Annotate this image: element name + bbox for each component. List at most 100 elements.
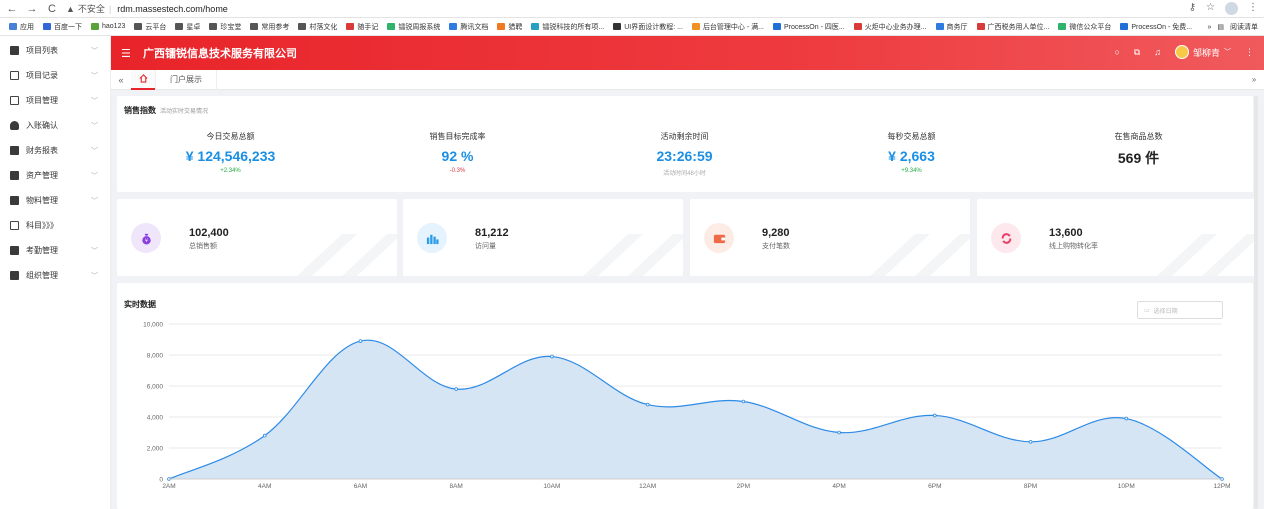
star-icon[interactable]: ☆ [1206, 2, 1215, 15]
bookmark-item[interactable]: 百度一下 [43, 22, 82, 32]
sidebar-item[interactable]: 项目管理 ﹀ [0, 88, 110, 113]
group-icon [10, 271, 19, 280]
y-tick-label: 2,000 [147, 446, 164, 453]
bookmark-item[interactable]: 镭锐周报系统 [387, 22, 440, 32]
sidebar-item[interactable]: 入账确认 ﹀ [0, 113, 110, 138]
more-vertical-icon[interactable]: ⋮ [1245, 47, 1254, 58]
bookmark-icon [773, 23, 781, 30]
search-icon[interactable]: ○ [1114, 47, 1119, 57]
bar-chart-icon [417, 223, 447, 253]
tab-home[interactable] [131, 69, 155, 90]
bookmark-item[interactable]: 火炬中心业务办理... [853, 22, 927, 32]
data-point[interactable] [550, 354, 554, 359]
sidebar-item[interactable]: 财务报表 ﹀ [0, 138, 110, 163]
metric-label: 每秒交易总额 [887, 132, 936, 141]
data-point[interactable] [454, 387, 458, 391]
bookmark-item[interactable]: ProcessOn - 免费... [1120, 22, 1192, 32]
bookmarks-bar: 应用 百度一下 hao123 云平台 星卓 珍宝堂 常用参考 村落文化 随手记 镭锐周报系统 腾讯文… [0, 18, 1264, 36]
data-point[interactable] [837, 430, 841, 435]
refresh-icon [991, 223, 1021, 253]
data-point[interactable] [645, 402, 650, 407]
chevron-down-icon: ﹀ [91, 98, 98, 105]
overflow-icon: » [1207, 23, 1212, 31]
tabs-scroll-left-icon[interactable]: « [111, 75, 131, 85]
stat-card: 81,212 访问量 [403, 199, 683, 276]
sidebar-item[interactable]: 项目记录 ﹀ [0, 63, 110, 88]
user-menu[interactable]: 邹柳青 ﹀ [1174, 45, 1231, 59]
stat-card: 9,280 支付笔数 [690, 199, 970, 276]
data-point[interactable] [358, 339, 363, 343]
data-point[interactable] [933, 413, 937, 418]
bookmark-item[interactable]: 镭锐科技的所有项... [531, 22, 604, 32]
chevron-down-icon: ﹀ [91, 198, 98, 205]
sales-subtitle: 活动实时交易情况 [160, 109, 209, 115]
copy-icon[interactable]: ⧉ [1134, 47, 1140, 58]
bookmark-label: 珍宝堂 [220, 23, 242, 31]
wallet-icon [704, 223, 734, 253]
sidebar-item-label: 物料管理 [26, 196, 58, 205]
calendar-icon [10, 246, 19, 255]
decorative-chevrons [870, 234, 970, 276]
back-icon[interactable]: ← [6, 3, 18, 15]
security-indicator[interactable]: ▲ 不安全 [66, 2, 105, 15]
bookmark-item[interactable]: 村落文化 [298, 22, 337, 32]
company-title: 广西镭锐信息技术服务有限公司 [143, 48, 297, 60]
bookmark-icon [175, 23, 184, 30]
sidebar-item[interactable]: 考勤管理 ﹀ [0, 238, 110, 263]
bookmark-item[interactable]: ProcessOn - 四医... [773, 22, 845, 32]
page-scrollbar[interactable] [1254, 96, 1258, 509]
sidebar-item[interactable]: 项目列表 ﹀ [0, 38, 110, 63]
bookmark-item[interactable]: 珍宝堂 [209, 22, 241, 32]
bell-icon[interactable]: ♫ [1154, 47, 1161, 57]
sidebar-item[interactable]: 物料管理 ﹀ [0, 188, 110, 213]
bookmark-label: UI界面设计教程: ... [624, 23, 683, 31]
reload-icon[interactable]: C [46, 3, 58, 15]
sales-metric: 在售商品总数 569 件 [1025, 131, 1252, 172]
data-point[interactable] [741, 399, 746, 404]
data-point[interactable] [262, 433, 267, 438]
decorative-chevrons [297, 234, 397, 276]
report-icon [10, 146, 19, 155]
bookmark-item[interactable]: 猎聘 [497, 22, 522, 32]
bookmark-item[interactable]: 常用参考 [250, 22, 289, 32]
metric-label: 在售商品总数 [1114, 132, 1163, 141]
sidebar-item[interactable]: 资产管理 ﹀ [0, 163, 110, 188]
data-point[interactable] [1124, 416, 1129, 421]
tab-portal[interactable]: 门户展示 [155, 69, 217, 90]
tabs-scroll-right-icon[interactable]: » [1244, 75, 1264, 84]
bookmark-item[interactable]: 后台管理中心 - 满... [691, 22, 764, 32]
folder-icon [10, 46, 19, 55]
profile-avatar[interactable] [1225, 2, 1238, 15]
bookmark-item[interactable]: 星卓 [175, 22, 200, 32]
chevron-down-icon: ﹀ [1224, 49, 1231, 56]
sales-metric: 活动剩余时间 23:26:59 活动时间48小时 [571, 131, 798, 177]
stat-label: 访问量 [475, 243, 496, 250]
menu-icon[interactable]: ☰ [121, 47, 133, 60]
forward-icon[interactable]: → [26, 3, 38, 15]
y-tick-label: 4,000 [147, 415, 164, 422]
chevron-down-icon: ﹀ [91, 273, 98, 280]
stat-label: 总销售额 [189, 243, 217, 250]
sidebar-item[interactable]: 科目》》》 [0, 213, 110, 238]
bookmark-item[interactable]: 腾讯文档 [449, 22, 488, 32]
url-text[interactable]: rdm.massestech.com/home [117, 4, 228, 14]
bookmark-icon [853, 23, 862, 30]
bookmark-item[interactable]: 微信公众平台 [1058, 22, 1111, 32]
sidebar-item[interactable]: 组织管理 ﹀ [0, 263, 110, 288]
key-icon[interactable]: ⚷ [1189, 2, 1196, 15]
bookmark-item[interactable]: hao123 [91, 23, 125, 30]
bookmark-item[interactable]: UI界面设计教程: ... [613, 22, 683, 32]
more-icon[interactable]: ⋮ [1248, 2, 1258, 15]
sidebar-item-label: 考勤管理 [26, 246, 58, 255]
bookmark-item[interactable]: 随手记 [346, 22, 378, 32]
metric-change: 活动时间48小时 [663, 171, 706, 177]
bookmark-item[interactable]: 应用 [9, 22, 34, 32]
bookmark-item[interactable]: 广西税务用人单位... [976, 22, 1049, 32]
reading-list[interactable]: » ▤ 阅读清单 [1207, 22, 1258, 32]
bookmark-item[interactable]: 商务厅 [935, 22, 968, 32]
bookmark-item[interactable]: 云平台 [134, 22, 166, 32]
sidebar-item-label: 财务报表 [26, 146, 58, 155]
data-point[interactable] [1028, 440, 1033, 444]
bookmark-label: 猎聘 [508, 23, 523, 31]
metric-label: 销售目标完成率 [429, 132, 486, 141]
